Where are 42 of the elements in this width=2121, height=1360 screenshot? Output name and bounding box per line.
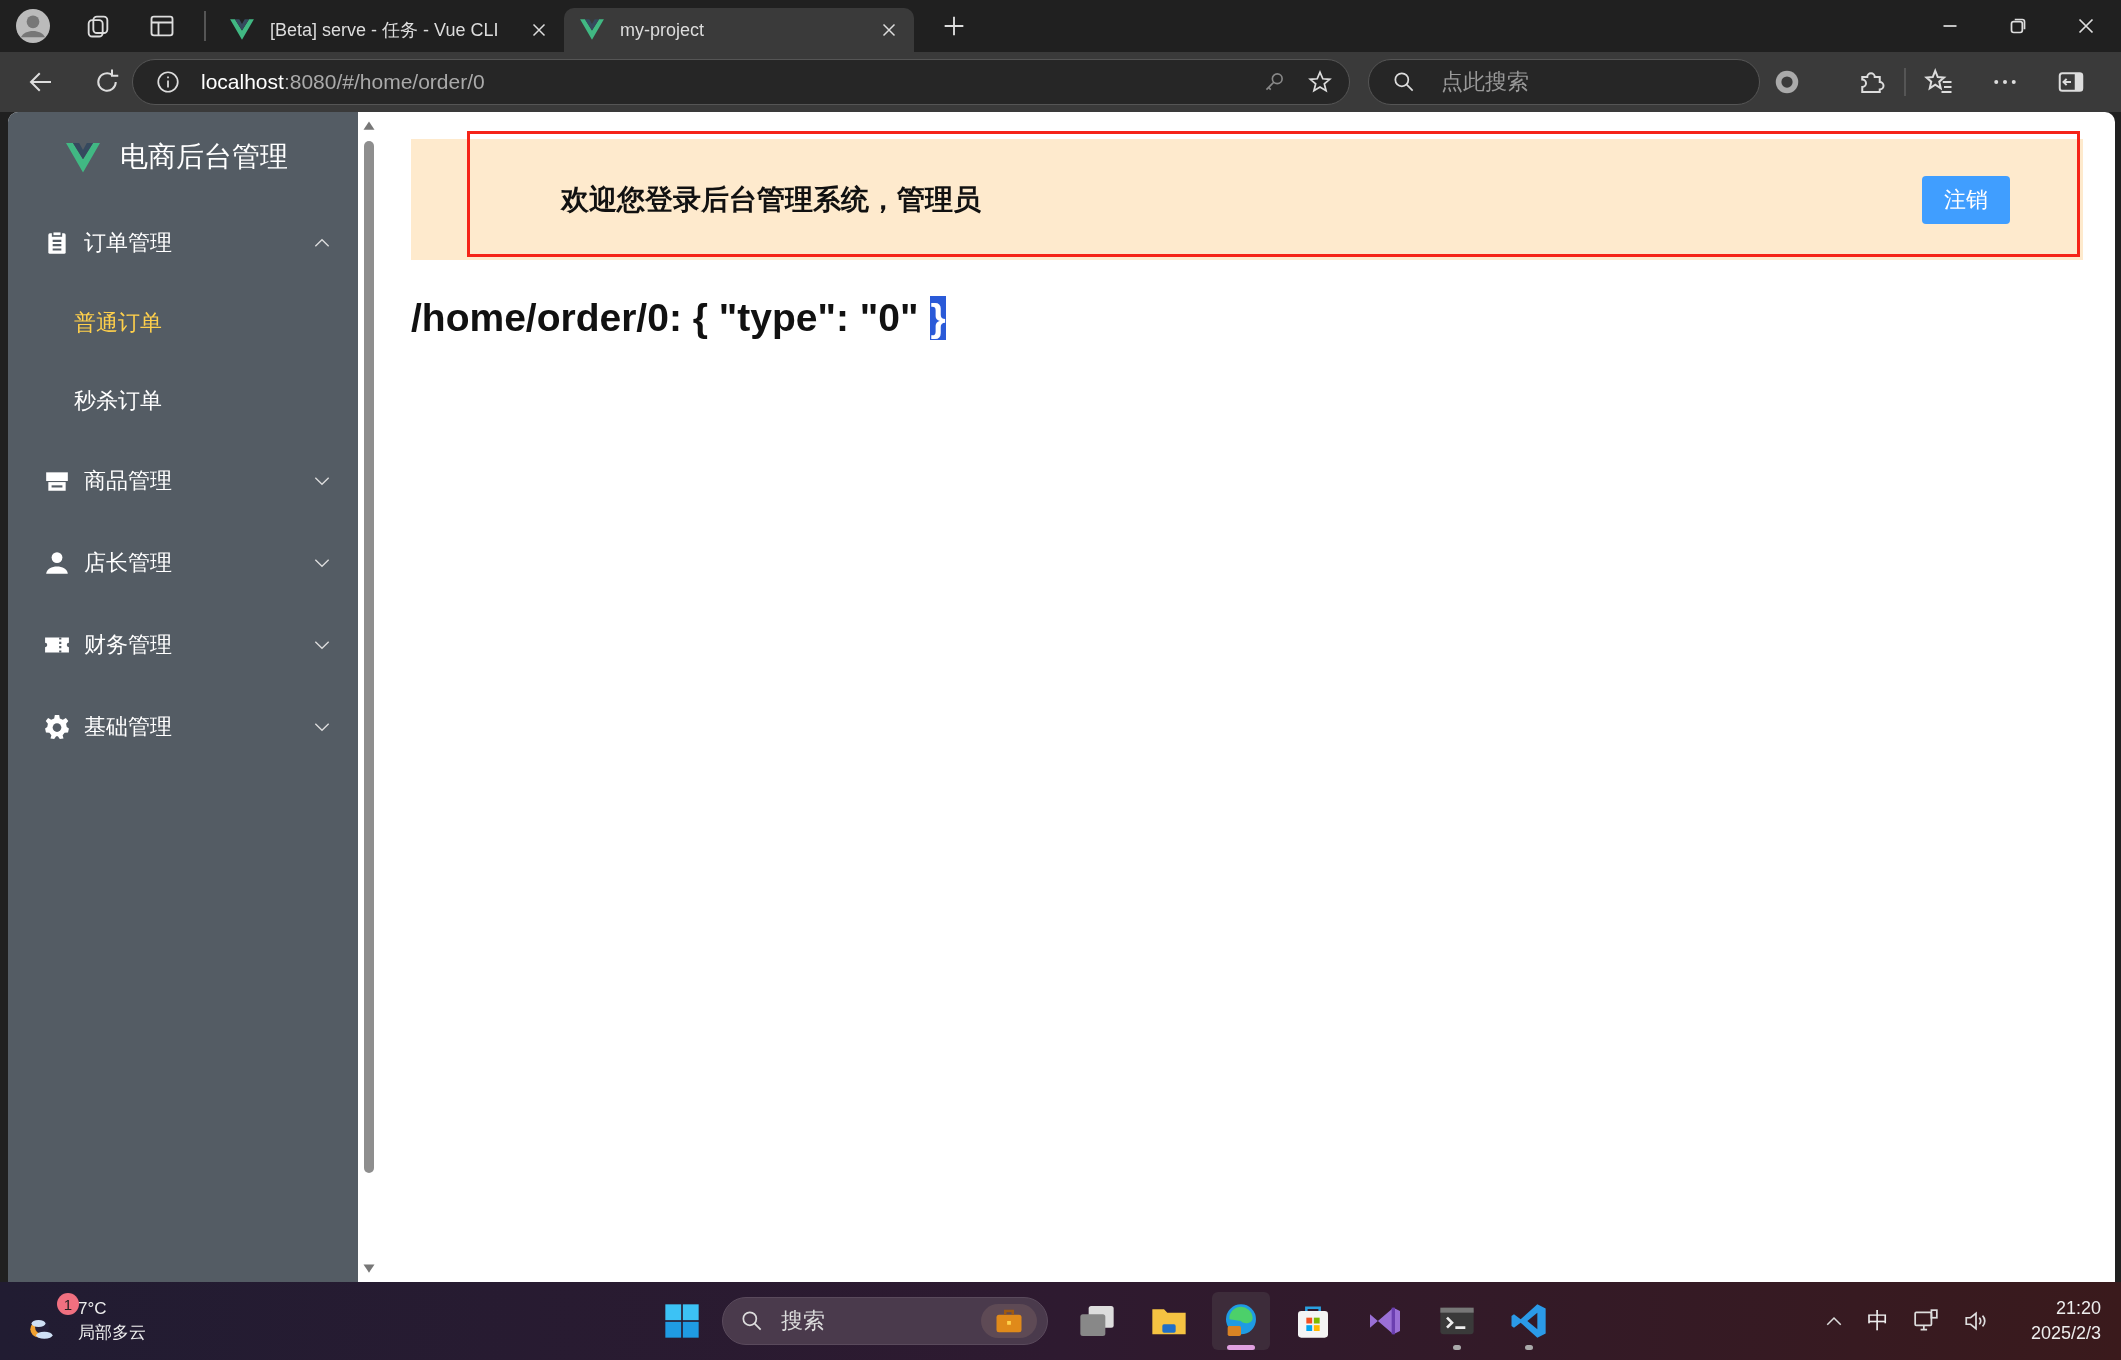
welcome-text: 欢迎您登录后台管理系统，管理员 [561,182,982,217]
browser-tab[interactable]: [Beta] serve - 任务 - Vue CLI [214,8,564,52]
chevron-up-icon[interactable] [1824,1315,1843,1327]
input-method-indicator[interactable]: 中 [1866,1306,1889,1336]
search-field[interactable]: 点此搜索 [1439,68,1737,96]
taskbar-search-bar[interactable]: 搜索 [722,1297,1048,1345]
star-icon[interactable] [1307,69,1333,95]
start-icon[interactable] [662,1301,702,1341]
temperature-text: 7°C [78,1298,108,1319]
menu-group[interactable]: 财务管理 [8,604,358,686]
scroll-down-arrow-icon[interactable] [362,1263,376,1274]
scrollbar-thumb[interactable] [364,141,374,1173]
gear-icon [44,714,70,740]
browser-tab[interactable]: my-project [564,8,914,52]
menu-group[interactable]: 订单管理 [8,202,358,284]
clock-date[interactable]: 2025/2/3 [2030,1323,2101,1344]
menu-group[interactable]: 商品管理 [8,440,358,522]
address-bar[interactable]: localhost:8080/#/home/order/0 [132,59,1350,105]
scroll-up-arrow-icon[interactable] [362,120,376,131]
tab-title: my-project [620,19,705,41]
tab-title: [Beta] serve - 任务 - Vue CLI [270,19,500,42]
notification-badge: 1 [57,1293,79,1315]
menu-group[interactable]: 基础管理 [8,686,358,768]
route-text: /home/order/0: { "type": "0" [411,296,919,340]
code-editor-icon [1509,1301,1549,1341]
url-text: localhost:8080/#/home/order/0 [201,70,485,94]
search-bar[interactable]: 点此搜索 [1368,59,1760,105]
user-icon [44,550,70,576]
selected-text: } [930,296,946,340]
taskbar-app[interactable] [1212,1292,1270,1350]
menu-item[interactable]: 秒杀订单 [8,362,358,440]
app-title: 电商后台管理 [120,140,288,174]
menu-item[interactable]: 普通订单 [8,284,358,362]
info-icon[interactable] [155,69,181,95]
clock-time[interactable]: 21:20 [2055,1298,2101,1319]
briefcase-icon [981,1304,1037,1338]
taskbar-search-field[interactable]: 搜索 [779,1307,967,1335]
menu-group[interactable]: 店长管理 [8,522,358,604]
vue-logo-icon [64,140,102,174]
network-icon[interactable] [1912,1308,1939,1334]
weather-text: 局部多云 [78,1321,146,1344]
profile-avatar[interactable] [16,9,50,43]
